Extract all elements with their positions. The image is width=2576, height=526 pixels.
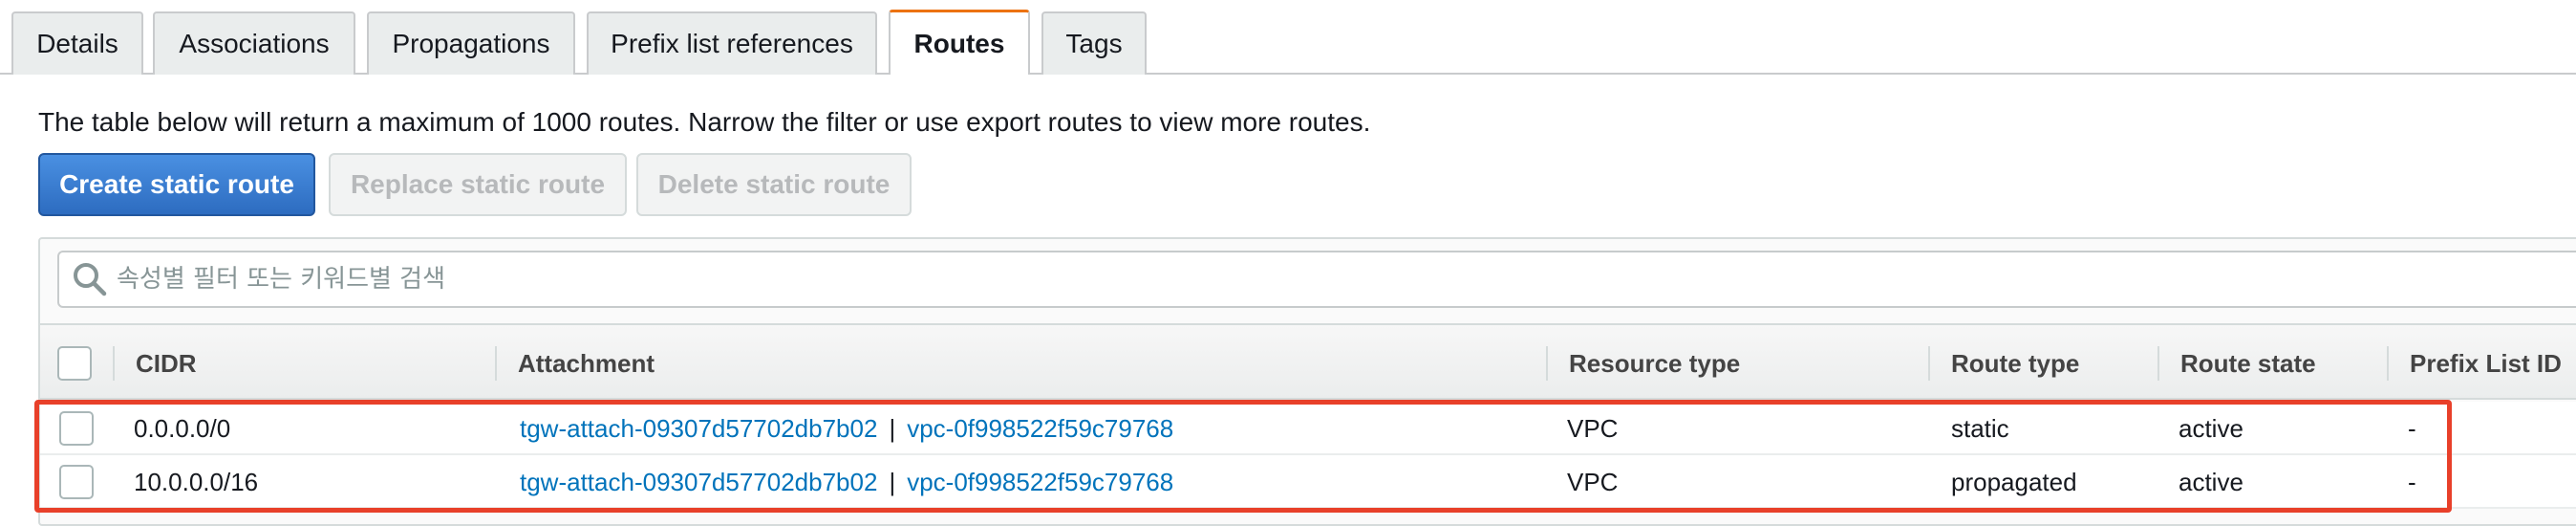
- search-icon: [74, 263, 107, 296]
- attachment-cell: tgw-attach-09307d57702db7b02 | vpc-0f998…: [520, 402, 1173, 455]
- resource-type-cell: VPC: [1567, 467, 1619, 496]
- attachment-id-link[interactable]: tgw-attach-09307d57702db7b02: [520, 468, 877, 497]
- tab-associations[interactable]: Associations: [153, 11, 355, 75]
- tab-details[interactable]: Details: [11, 11, 143, 75]
- table-header: CIDR Attachment Resource type Route type…: [40, 323, 2576, 400]
- attachment-separator: |: [889, 467, 896, 496]
- column-divider: [1928, 346, 1930, 381]
- route-state-cell: active: [2179, 413, 2243, 443]
- resource-type-cell: VPC: [1567, 413, 1619, 443]
- column-divider: [2157, 346, 2159, 381]
- row-checkbox[interactable]: [59, 411, 94, 446]
- cidr-cell: 10.0.0.0/16: [134, 467, 259, 496]
- header-prefix-list-id[interactable]: Prefix List ID: [2410, 325, 2562, 402]
- tab-propagations[interactable]: Propagations: [367, 11, 575, 75]
- vpc-id-link[interactable]: vpc-0f998522f59c79768: [907, 468, 1173, 497]
- column-divider: [495, 346, 497, 381]
- attachment-id-link[interactable]: tgw-attach-09307d57702db7b02: [520, 414, 877, 444]
- route-type-cell: propagated: [1951, 467, 2077, 496]
- header-attachment[interactable]: Attachment: [518, 325, 655, 402]
- table-row[interactable]: 10.0.0.0/16 tgw-attach-09307d57702db7b02…: [40, 455, 2576, 509]
- tab-prefix-list-references[interactable]: Prefix list references: [587, 11, 877, 75]
- create-static-route-button[interactable]: Create static route: [38, 153, 315, 216]
- row-checkbox[interactable]: [59, 465, 94, 499]
- header-route-type[interactable]: Route type: [1951, 325, 2079, 402]
- column-divider: [113, 346, 115, 381]
- attachment-cell: tgw-attach-09307d57702db7b02 | vpc-0f998…: [520, 455, 1173, 509]
- column-divider: [2387, 346, 2389, 381]
- cidr-cell: 0.0.0.0/0: [134, 413, 231, 443]
- vpc-id-link[interactable]: vpc-0f998522f59c79768: [907, 414, 1173, 444]
- tab-tags[interactable]: Tags: [1041, 11, 1147, 75]
- header-cidr[interactable]: CIDR: [136, 325, 197, 402]
- table-row[interactable]: 0.0.0.0/0 tgw-attach-09307d57702db7b02 |…: [40, 402, 2576, 455]
- route-type-cell: static: [1951, 413, 2009, 443]
- header-route-state[interactable]: Route state: [2180, 325, 2316, 402]
- routes-info-text: The table below will return a maximum of…: [38, 107, 1371, 137]
- replace-static-route-button[interactable]: Replace static route: [329, 153, 627, 216]
- select-all-checkbox[interactable]: [57, 346, 92, 381]
- search-bar[interactable]: [57, 251, 2576, 308]
- attachment-separator: |: [889, 413, 896, 443]
- prefix-list-id-cell: -: [2408, 413, 2416, 443]
- header-resource-type[interactable]: Resource type: [1569, 325, 1740, 402]
- delete-static-route-button[interactable]: Delete static route: [636, 153, 912, 216]
- tab-routes[interactable]: Routes: [889, 10, 1030, 75]
- search-input[interactable]: [117, 265, 2505, 294]
- prefix-list-id-cell: -: [2408, 467, 2416, 496]
- column-divider: [1546, 346, 1548, 381]
- route-state-cell: active: [2179, 467, 2243, 496]
- tab-bar: Details Associations Propagations Prefix…: [0, 0, 2576, 75]
